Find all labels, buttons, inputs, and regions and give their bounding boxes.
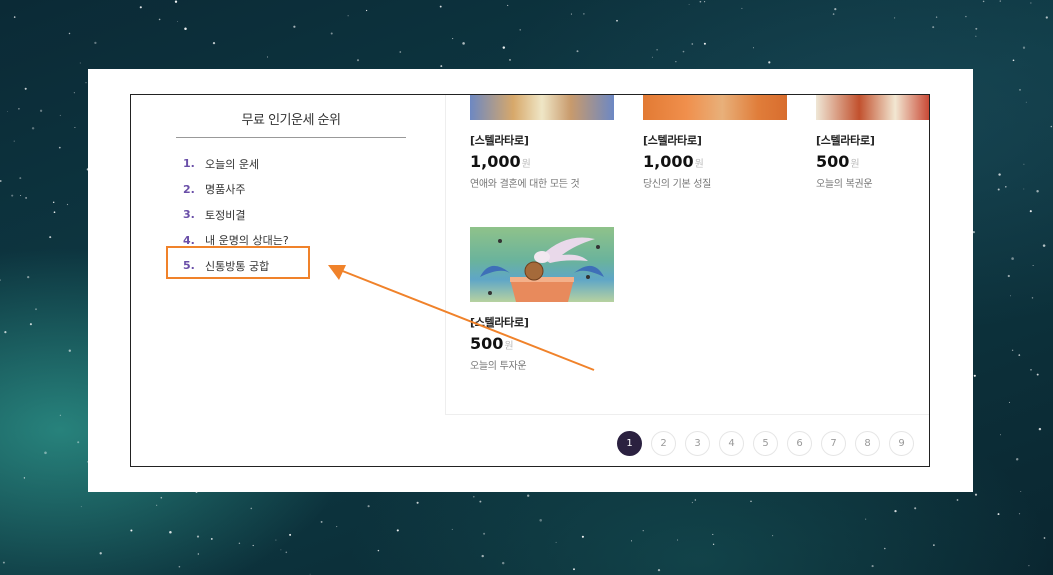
page-button-1[interactable]: 1 xyxy=(617,431,642,456)
product-price: 500원 xyxy=(816,152,860,171)
page-button-9[interactable]: 9 xyxy=(889,431,914,456)
product-category: [스텔라타로] xyxy=(816,134,875,147)
rank-number: 1. xyxy=(183,157,195,171)
page-button-2[interactable]: 2 xyxy=(651,431,676,456)
page-button-4[interactable]: 4 xyxy=(719,431,744,456)
product-category: [스텔라타로] xyxy=(470,134,529,147)
product-price: 500원 xyxy=(470,334,514,353)
page-button-6[interactable]: 6 xyxy=(787,431,812,456)
rank-label: 오늘의 운세 xyxy=(205,157,260,171)
ranking-item-1[interactable]: 1. 오늘의 운세 xyxy=(183,151,289,177)
product-thumbnail[interactable] xyxy=(470,95,614,120)
product-thumbnail[interactable] xyxy=(470,227,614,302)
rank-number: 2. xyxy=(183,182,195,196)
product-thumbnail[interactable] xyxy=(816,95,929,120)
ranking-divider xyxy=(176,137,406,138)
ranking-title: 무료 인기운세 순위 xyxy=(241,113,341,128)
page-button-8[interactable]: 8 xyxy=(855,431,880,456)
rank-label: 토정비결 xyxy=(205,208,246,222)
product-category: [스텔라타로] xyxy=(470,316,529,329)
product-description: 오늘의 복권운 xyxy=(816,179,873,190)
product-thumbnail[interactable] xyxy=(643,95,787,120)
page-button-7[interactable]: 7 xyxy=(821,431,846,456)
product-card-1[interactable]: [스텔라타로] 1,000원 연애와 결혼에 대한 모든 것 xyxy=(470,95,615,190)
product-price: 1,000원 xyxy=(470,152,531,171)
page-button-5[interactable]: 5 xyxy=(753,431,778,456)
product-description: 오늘의 투자운 xyxy=(470,361,527,372)
rank-number: 3. xyxy=(183,208,195,222)
ranking-item-2[interactable]: 2. 명품사주 xyxy=(183,177,289,203)
product-card-3[interactable]: [스텔라타로] 500원 오늘의 복권운 xyxy=(816,95,929,190)
ranking-item-3[interactable]: 3. 토정비결 xyxy=(183,202,289,228)
dove-tarot-illustration xyxy=(480,237,604,302)
rank-label: 명품사주 xyxy=(205,183,246,197)
product-description: 당신의 기본 성질 xyxy=(643,179,712,190)
product-card-4[interactable]: [스텔라타로] 500원 오늘의 투자운 xyxy=(470,227,615,372)
product-category: [스텔라타로] xyxy=(643,134,702,147)
annotation-highlight-box xyxy=(166,246,310,279)
rank-number: 4. xyxy=(183,233,195,247)
product-price: 1,000원 xyxy=(643,152,704,171)
product-description: 연애와 결혼에 대한 모든 것 xyxy=(470,179,580,190)
product-grid: [스텔라타로] 1,000원 연애와 결혼에 대한 모든 것 [스텔라타로] 1… xyxy=(445,95,929,415)
page-frame: 무료 인기운세 순위 1. 오늘의 운세 2. 명품사주 3. 토정비결 4. … xyxy=(130,94,930,467)
page-button-3[interactable]: 3 xyxy=(685,431,710,456)
product-card-2[interactable]: [스텔라타로] 1,000원 당신의 기본 성질 xyxy=(643,95,788,190)
pagination: 1 2 3 4 5 6 7 8 9 xyxy=(617,431,914,456)
